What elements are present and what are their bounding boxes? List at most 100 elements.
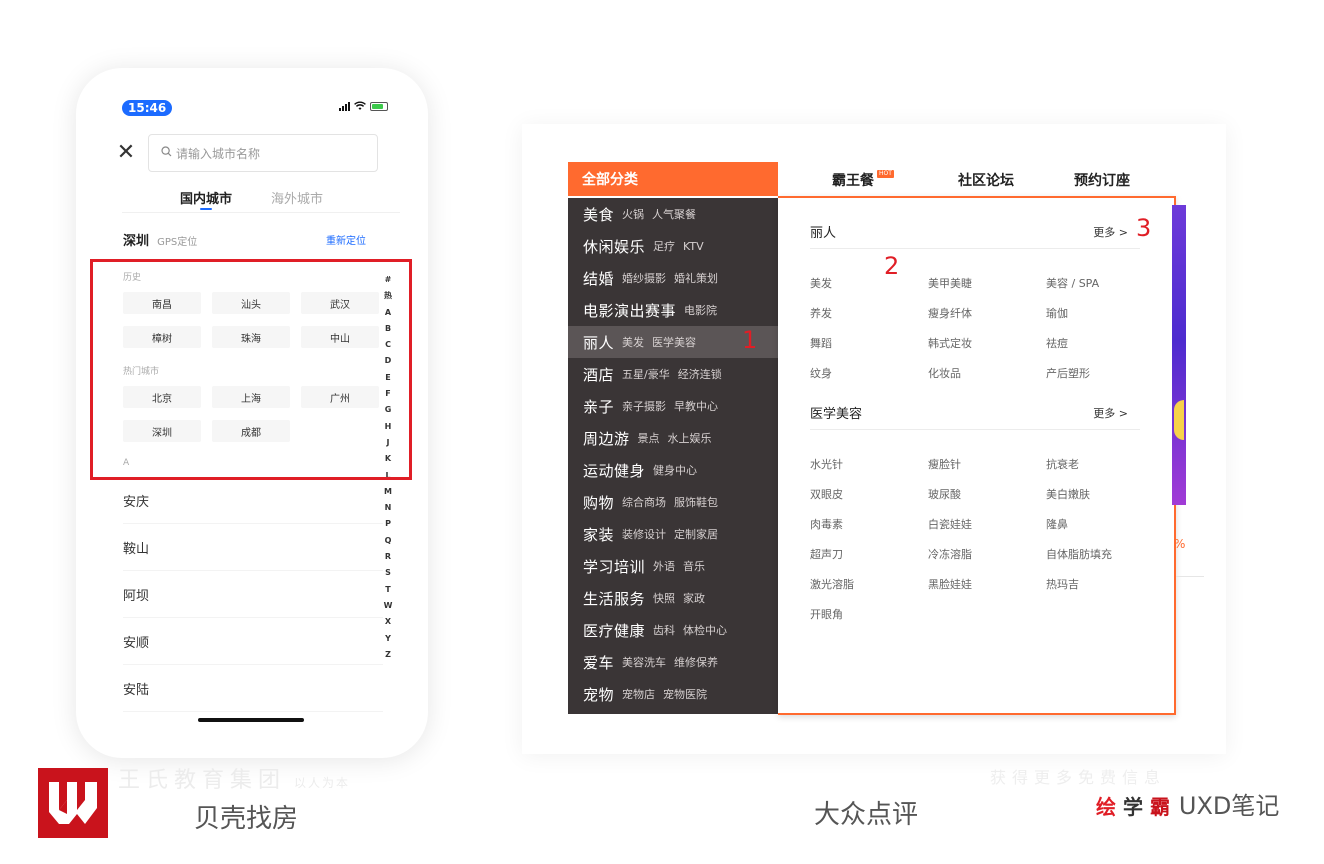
category-sub-link[interactable]: 婚纱摄影	[622, 270, 666, 286]
alphabet-letter[interactable]: Y	[385, 631, 391, 647]
category-sub-link[interactable]: 美容洗车	[622, 654, 666, 670]
banner-image[interactable]	[1172, 205, 1186, 505]
category-sub-link[interactable]: 服饰鞋包	[674, 494, 718, 510]
subcategory-link[interactable]: 美发	[810, 275, 832, 291]
category-item[interactable]: 生活服务 快照 家政	[568, 582, 778, 614]
category-item[interactable]: 宠物 宠物店 宠物医院	[568, 678, 778, 710]
category-sub-link[interactable]: KTV	[683, 240, 704, 253]
category-sub-link[interactable]: 外语	[653, 558, 675, 574]
subcategory-link[interactable]: 热玛吉	[1046, 576, 1079, 592]
category-sub-link[interactable]: 婚礼策划	[674, 270, 718, 286]
category-item[interactable]: 运动健身 健身中心	[568, 454, 778, 486]
city-list-item[interactable]: 阿坝	[123, 572, 383, 618]
subcategory-link[interactable]: 自体脂肪填充	[1046, 546, 1112, 562]
category-sub-link[interactable]: 水上娱乐	[668, 430, 712, 446]
category-item[interactable]: 家装 装修设计 定制家居	[568, 518, 778, 550]
subcategory-link[interactable]: 美白嫩肤	[1046, 486, 1090, 502]
category-sub-link[interactable]: 齿科	[653, 622, 675, 638]
category-item[interactable]: 学习培训 外语 音乐	[568, 550, 778, 582]
category-sub-link[interactable]: 维修保养	[674, 654, 718, 670]
category-sub-link[interactable]: 音乐	[683, 558, 705, 574]
subcategory-link[interactable]: 黑脸娃娃	[928, 576, 972, 592]
category-item[interactable]: 电影演出赛事 电影院	[568, 294, 778, 326]
city-list-item[interactable]: 安顺	[123, 619, 383, 665]
category-sub-link[interactable]: 景点	[638, 430, 660, 446]
subcategory-link[interactable]: 激光溶脂	[810, 576, 854, 592]
tab-domestic[interactable]: 国内城市	[180, 188, 232, 207]
category-item[interactable]: 亲子 亲子摄影 早教中心	[568, 390, 778, 422]
subcategory-link[interactable]: 肉毒素	[810, 516, 843, 532]
category-sub-link[interactable]: 综合商场	[622, 494, 666, 510]
nav-forum[interactable]: 社区论坛	[958, 170, 1014, 190]
nav-reservation[interactable]: 预约订座	[1074, 170, 1130, 190]
category-sub-link[interactable]: 早教中心	[674, 398, 718, 414]
subcategory-link[interactable]: 冷冻溶脂	[928, 546, 972, 562]
subcategory-link[interactable]: 超声刀	[810, 546, 843, 562]
subcategory-link[interactable]: 水光针	[810, 456, 843, 472]
alphabet-letter[interactable]: X	[385, 614, 391, 630]
alphabet-letter[interactable]: R	[385, 549, 391, 565]
category-sub-link[interactable]: 体检中心	[683, 622, 727, 638]
city-list-item[interactable]: 鞍山	[123, 525, 383, 571]
current-city[interactable]: 深圳	[123, 234, 149, 249]
city-list-item[interactable]: 安陆	[123, 666, 383, 712]
tab-overseas[interactable]: 海外城市	[271, 188, 323, 207]
category-sub-link[interactable]: 家政	[683, 590, 705, 606]
more-link[interactable]: 更多 >	[1093, 224, 1128, 240]
close-icon[interactable]: ✕	[116, 140, 136, 166]
category-sub-link[interactable]: 宠物店	[622, 686, 655, 702]
category-item[interactable]: 周边游 景点 水上娱乐	[568, 422, 778, 454]
subcategory-link[interactable]: 产后塑形	[1046, 365, 1090, 381]
subcategory-link[interactable]: 美甲美睫	[928, 275, 972, 291]
subcategory-link[interactable]: 韩式定妆	[928, 335, 972, 351]
relocate-button[interactable]: 重新定位	[326, 232, 366, 247]
all-categories-header[interactable]: 全部分类	[568, 162, 778, 196]
subcategory-link[interactable]: 双眼皮	[810, 486, 843, 502]
category-sub-link[interactable]: 定制家居	[674, 526, 718, 542]
category-sub-link[interactable]: 医学美容	[652, 334, 696, 350]
alphabet-letter[interactable]: N	[385, 500, 392, 516]
category-item[interactable]: 结婚 婚纱摄影 婚礼策划	[568, 262, 778, 294]
category-sub-link[interactable]: 足疗	[653, 238, 675, 254]
subcategory-link[interactable]: 瘦身纤体	[928, 305, 972, 321]
category-sub-link[interactable]: 快照	[653, 590, 675, 606]
alphabet-letter[interactable]: Z	[385, 647, 391, 663]
category-sub-link[interactable]: 五星/豪华	[622, 366, 670, 382]
subcategory-link[interactable]: 隆鼻	[1046, 516, 1068, 532]
category-item[interactable]: 酒店 五星/豪华 经济连锁	[568, 358, 778, 390]
category-item[interactable]: 爱车 美容洗车 维修保养	[568, 646, 778, 678]
subcategory-link[interactable]: 瘦脸针	[928, 456, 961, 472]
category-sub-link[interactable]: 装修设计	[622, 526, 666, 542]
category-item[interactable]: 医疗健康 齿科 体检中心	[568, 614, 778, 646]
nav-bawangcan[interactable]: 霸王餐 HOT	[832, 170, 894, 190]
alphabet-letter[interactable]: W	[384, 598, 393, 614]
subcategory-link[interactable]: 玻尿酸	[928, 486, 961, 502]
alphabet-letter[interactable]: Q	[385, 533, 392, 549]
category-sub-link[interactable]: 人气聚餐	[652, 206, 696, 222]
subcategory-link[interactable]: 化妆品	[928, 365, 961, 381]
alphabet-letter[interactable]: T	[385, 582, 390, 598]
subcategory-link[interactable]: 抗衰老	[1046, 456, 1079, 472]
category-sub-link[interactable]: 美发	[622, 334, 644, 350]
category-sub-link[interactable]: 经济连锁	[678, 366, 722, 382]
alphabet-letter[interactable]: S	[385, 565, 391, 581]
category-sub-link[interactable]: 电影院	[684, 302, 717, 318]
subcategory-link[interactable]: 开眼角	[810, 606, 843, 622]
alphabet-letter[interactable]: P	[385, 516, 391, 532]
alphabet-letter[interactable]: M	[384, 484, 392, 500]
category-item[interactable]: 休闲娱乐 足疗 KTV	[568, 230, 778, 262]
subcategory-link[interactable]: 祛痘	[1046, 335, 1068, 351]
subcategory-link[interactable]: 美容 / SPA	[1046, 275, 1099, 291]
category-item[interactable]: 美食 火锅 人气聚餐	[568, 198, 778, 230]
category-item[interactable]: 购物 综合商场 服饰鞋包	[568, 486, 778, 518]
subcategory-link[interactable]: 纹身	[810, 365, 832, 381]
city-list-item[interactable]: 安庆	[123, 478, 383, 524]
subcategory-link[interactable]: 舞蹈	[810, 335, 832, 351]
category-sub-link[interactable]: 亲子摄影	[622, 398, 666, 414]
subcategory-link[interactable]: 白瓷娃娃	[928, 516, 972, 532]
category-sub-link[interactable]: 宠物医院	[663, 686, 707, 702]
subcategory-link[interactable]: 瑜伽	[1046, 305, 1068, 321]
more-link[interactable]: 更多 >	[1093, 405, 1128, 421]
category-sub-link[interactable]: 火锅	[622, 206, 644, 222]
subcategory-link[interactable]: 养发	[810, 305, 832, 321]
